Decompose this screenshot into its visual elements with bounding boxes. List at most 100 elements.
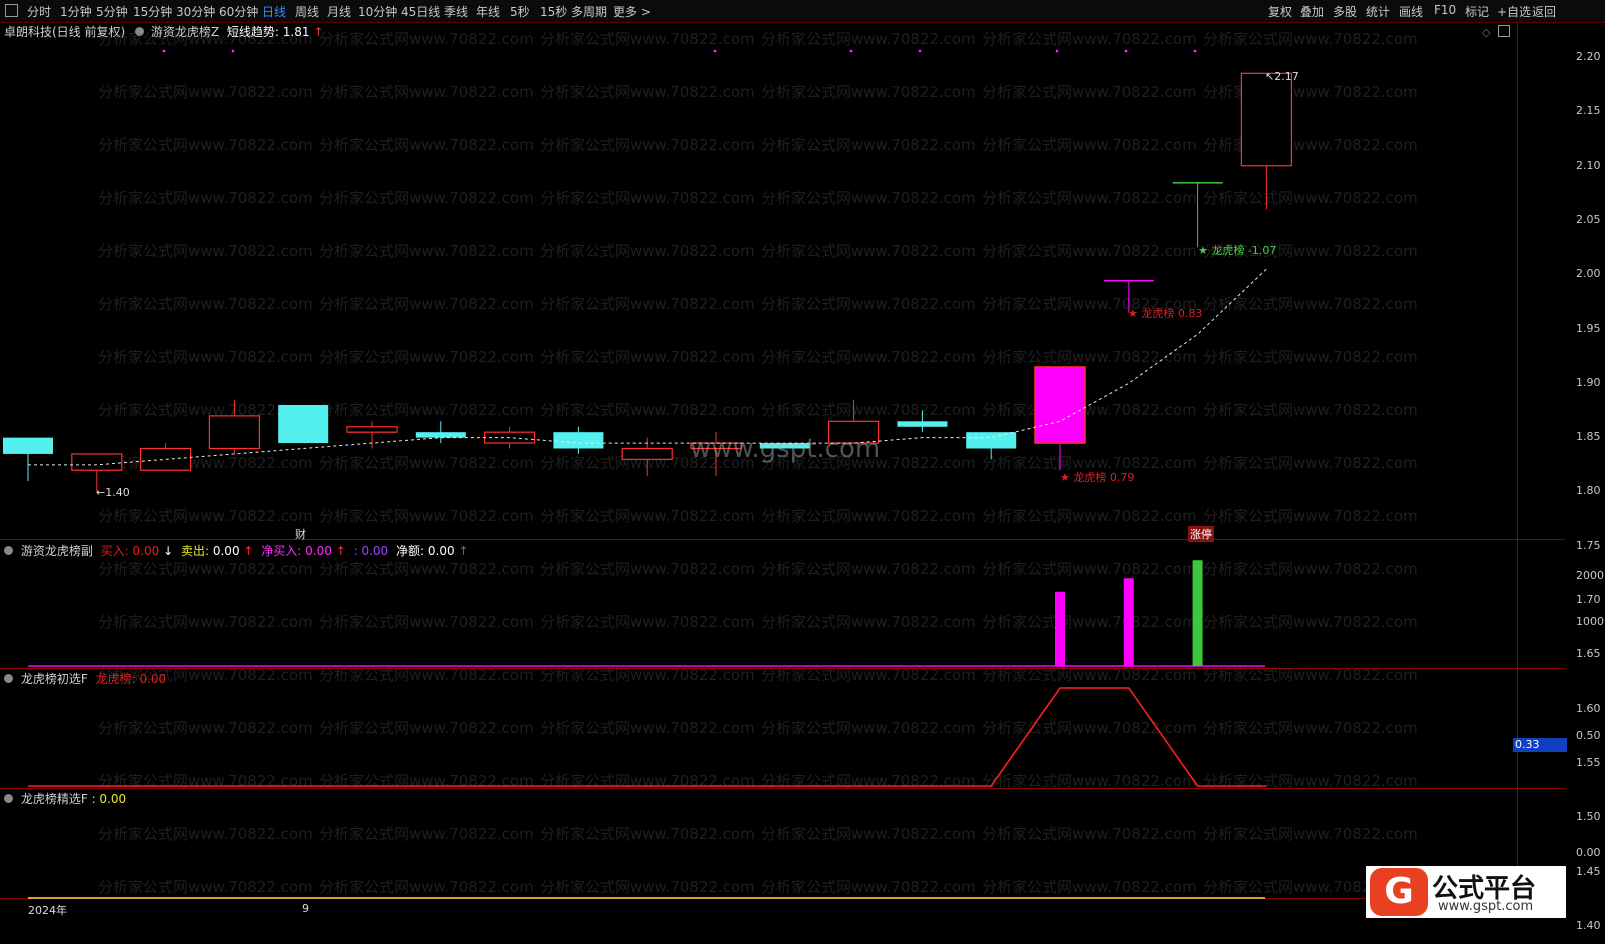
watermark-text: 分析家公式网www.70822.com — [982, 666, 1197, 684]
watermark-text: 分析家公式网www.70822.com — [761, 30, 976, 48]
watermark-text: 分析家公式网www.70822.com — [761, 507, 976, 525]
watermark-text: 分析家公式网www.70822.com — [319, 666, 534, 684]
panel3-item-label: 龙虎榜: — [95, 672, 136, 686]
watermark-text: 分析家公式网www.70822.com — [319, 136, 534, 154]
price-axis-label: 1.55 — [1576, 755, 1601, 769]
candle-body — [208, 415, 260, 450]
watermark-text: 分析家公式网www.70822.com — [982, 30, 1197, 48]
price-chart[interactable]: 分析家公式网www.70822.com 分析家公式网www.70822.com 分析… — [0, 0, 1605, 944]
candle-body — [1172, 182, 1223, 184]
month-label: 9 — [302, 902, 309, 915]
watermark-text: 分析家公式网www.70822.com — [761, 242, 976, 260]
net-value: 0.00 — [427, 544, 455, 558]
watermark-text: 分析家公式网www.70822.com — [98, 30, 313, 48]
dragon-tiger-annotation-2: ★ 龙虎榜 0.83 — [1128, 307, 1203, 320]
netbuy-label: 净买入: — [261, 544, 302, 558]
logo-g-icon: G — [1370, 868, 1428, 916]
brand-logo: G 公式平台 www.gspt.com — [1366, 866, 1566, 918]
price-axis-label: 1.65 — [1576, 647, 1601, 661]
watermark-text: 分析家公式网www.70822.com — [540, 772, 755, 790]
price-axis-label: 1.60 — [1576, 701, 1601, 715]
panel3-title[interactable]: 龙虎榜初选F — [21, 672, 88, 686]
watermark-text: 分析家公式网www.70822.com — [540, 83, 755, 101]
panel2-axis-label: 2000 — [1576, 569, 1604, 582]
watermark-text: 分析家公式网www.70822.com — [982, 401, 1197, 419]
signal-dot — [1124, 49, 1128, 53]
watermark-text: 分析家公式网www.70822.com — [540, 878, 755, 896]
watermark-text: 分析家公式网www.70822.com — [540, 666, 755, 684]
watermark-text: 分析家公式网www.70822.com — [319, 772, 534, 790]
price-axis-label: 2.00 — [1576, 267, 1601, 281]
watermark-text: 分析家公式网www.70822.com — [761, 560, 976, 578]
watermark-text: 分析家公式网www.70822.com — [98, 719, 313, 737]
signal-dot — [918, 49, 922, 53]
colon-value: : 0.00 — [353, 544, 389, 558]
panel3-settings-icon[interactable] — [4, 674, 13, 683]
watermark-text: 分析家公式网www.70822.com — [98, 878, 313, 896]
candle-body — [1103, 279, 1154, 282]
watermark-text: 分析家公式网www.70822.com — [1203, 560, 1418, 578]
candle-body — [346, 426, 398, 433]
price-axis-label: 2.15 — [1576, 104, 1601, 118]
netbuy-value: 0.00 — [305, 544, 332, 558]
watermark-text: 分析家公式网www.70822.com — [98, 613, 313, 631]
logo-url: www.gspt.com — [1438, 899, 1534, 914]
watermark-text: 分析家公式网www.70822.com — [1203, 136, 1418, 154]
watermark-text: 分析家公式网www.70822.com — [319, 30, 534, 48]
watermark-text: 分析家公式网www.70822.com — [982, 613, 1197, 631]
watermark-text: 分析家公式网www.70822.com — [98, 83, 313, 101]
watermark-text: 分析家公式网www.70822.com — [1203, 30, 1418, 48]
watermark-text: 分析家公式网www.70822.com — [761, 136, 976, 154]
watermark-text: 分析家公式网www.70822.com — [319, 878, 534, 896]
watermark-text: 分析家公式网www.70822.com — [98, 189, 313, 207]
watermark-text: 分析家公式网www.70822.com — [98, 507, 313, 525]
low-price-label: ←1.40 — [96, 486, 130, 499]
signal-dot — [713, 49, 717, 53]
candle-body — [966, 432, 1017, 449]
price-axis-label: 2.05 — [1576, 212, 1601, 226]
watermark-text: 分析家公式网www.70822.com — [319, 295, 534, 313]
watermark-text: 分析家公式网www.70822.com — [982, 83, 1197, 101]
year-label: 2024年 — [28, 904, 67, 917]
panel2-header: 游资龙虎榜副 买入: 0.00 ↓ 卖出: 0.00 ↑ 净买入: 0.00 ↑… — [4, 542, 469, 559]
watermark-text: 分析家公式网www.70822.com — [540, 560, 755, 578]
panel4-settings-icon[interactable] — [4, 794, 13, 803]
watermark-text: 分析家公式网www.70822.com — [319, 83, 534, 101]
watermark-text: 分析家公式网www.70822.com — [982, 136, 1197, 154]
watermark-text: 分析家公式网www.70822.com — [982, 507, 1197, 525]
panel3-current-value-badge: 0.33 — [1513, 738, 1567, 752]
panel4-header: 龙虎榜精选F : 0.00 — [4, 790, 126, 807]
high-price-label: ↖2.17 — [1265, 70, 1299, 83]
panel4-title[interactable]: 龙虎榜精选F — [21, 792, 88, 806]
price-axis-label: 1.40 — [1576, 918, 1601, 932]
candle-body — [415, 432, 466, 438]
candle-body — [140, 447, 192, 471]
finance-marker[interactable]: 财 — [295, 526, 306, 542]
watermark-text: 分析家公式网www.70822.com — [761, 189, 976, 207]
watermark-text: 分析家公式网www.70822.com — [982, 825, 1197, 843]
panel4-axis-label: 0.00 — [1576, 846, 1601, 859]
limit-up-marker[interactable]: 涨停 — [1188, 526, 1214, 542]
watermark-text: 分析家公式网www.70822.com — [1203, 295, 1418, 313]
watermark-text: 分析家公式网www.70822.com — [319, 454, 534, 472]
candle-body — [553, 432, 604, 449]
candle-body — [1034, 366, 1086, 444]
watermark-text: 分析家公式网www.70822.com — [982, 242, 1197, 260]
watermark-text: 分析家公式网www.70822.com — [982, 719, 1197, 737]
watermark-text: 分析家公式网www.70822.com — [319, 401, 534, 419]
panel4-item-value: : 0.00 — [91, 792, 127, 806]
price-axis-label: 1.90 — [1576, 375, 1601, 389]
candle-body — [3, 437, 53, 454]
panel2-title[interactable]: 游资龙虎榜副 — [21, 544, 93, 558]
watermark-text: 分析家公式网www.70822.com — [540, 613, 755, 631]
panel2-settings-icon[interactable] — [4, 546, 13, 555]
watermark-text: 分析家公式网www.70822.com — [1203, 348, 1418, 366]
watermark-text: 分析家公式网www.70822.com — [319, 825, 534, 843]
watermark-text: 分析家公式网www.70822.com — [540, 401, 755, 419]
candle-body — [71, 453, 123, 471]
price-axis-label: 2.10 — [1576, 158, 1601, 172]
panel2-bar — [1055, 591, 1065, 666]
watermark-text: 分析家公式网www.70822.com — [319, 348, 534, 366]
watermark-text: 分析家公式网www.70822.com — [319, 507, 534, 525]
dragon-tiger-annotation-1: ★ 龙虎榜 -1.07 — [1198, 244, 1277, 257]
